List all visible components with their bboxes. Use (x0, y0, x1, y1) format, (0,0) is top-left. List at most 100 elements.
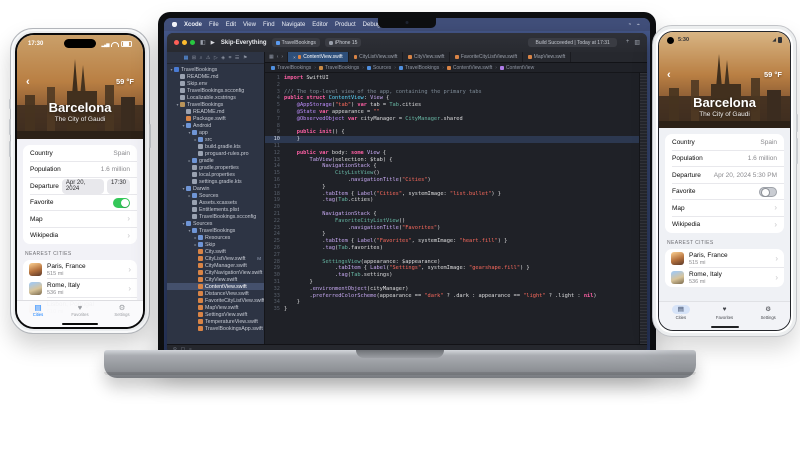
breadcrumb-item[interactable]: Sources (367, 65, 391, 71)
code-line-9[interactable]: 9 public init() { (265, 129, 647, 136)
code-line-2[interactable]: 2 (265, 82, 647, 89)
close-window-button[interactable] (174, 40, 179, 45)
navigator-tab-icon-8[interactable]: ⚑ (243, 55, 247, 61)
menu-xcode[interactable]: Xcode (184, 22, 202, 28)
file-assets-xcassets[interactable]: Assets.xcassets (167, 199, 264, 206)
nearest-city-row[interactable]: Paris, France515 mi› (665, 249, 784, 268)
list-row-departure[interactable]: DepartureApr 20, 202417:30 (23, 178, 137, 195)
code-line-21[interactable]: 21 NavigationStack { (265, 211, 647, 218)
file-local-properties[interactable]: local.properties (167, 171, 264, 178)
tab-settings[interactable]: ⚙Settings (101, 301, 143, 327)
code-line-27[interactable]: 27 (265, 252, 647, 259)
file-contentview-swift[interactable]: ContentView.swift (167, 283, 264, 290)
navigator-tab-icon-2[interactable]: ⌕ (200, 55, 203, 61)
code-line-25[interactable]: 25 .tabItem { Label("Favorites", systemI… (265, 238, 647, 245)
back-button[interactable]: ‹ (26, 78, 30, 86)
file-favoritecitylistview-swift[interactable]: FavoriteCityListView.swift (167, 297, 264, 304)
code-line-33[interactable]: 33 .preferredColorScheme(appearance == "… (265, 293, 647, 300)
breadcrumb-item[interactable]: ContentView (500, 65, 534, 71)
tab-cities[interactable]: ▤Cities (659, 302, 703, 330)
menubar-status-icons[interactable]: ◔ ⌁ (628, 22, 642, 28)
nearest-city-row[interactable]: Rome, Italy536 mi› (665, 268, 784, 287)
editor-tab-contentview-swift[interactable]: ×ContentView.swift (288, 52, 349, 62)
toolbar-icon-1[interactable]: ▥ (634, 39, 640, 46)
menu-navigate[interactable]: Navigate (282, 22, 306, 28)
code-line-11[interactable]: 11 (265, 143, 647, 150)
list-row-wikipedia[interactable]: Wikipedia› (23, 228, 137, 245)
code-line-13[interactable]: 13 TabView(selection: $tab) { (265, 157, 647, 164)
file-travelbookings[interactable]: ▾TravelBookings (167, 66, 264, 73)
code-line-35[interactable]: 35} (265, 306, 647, 313)
tab-nav-icon-0[interactable]: ▦ (269, 54, 274, 60)
breadcrumb-item[interactable]: TravelBookings (399, 65, 439, 71)
navigator-tab-icon-0[interactable]: ▦ (184, 55, 189, 61)
code-line-17[interactable]: 17 } (265, 184, 647, 191)
breadcrumb-item[interactable]: TravelBookings (319, 65, 359, 71)
breadcrumb-item[interactable]: ContentView.swift (447, 65, 492, 71)
code-line-15[interactable]: 15 CityListView() (265, 170, 647, 177)
file-localizable-xcstrings[interactable]: Localizable.xcstrings (167, 94, 264, 101)
file-skip[interactable]: ▸Skip (167, 241, 264, 248)
editor-tab-cityview-swift[interactable]: CityView.swift (403, 52, 450, 62)
file-travelbookings-xcconfig[interactable]: TravelBookings.xcconfig (167, 87, 264, 94)
list-row-map[interactable]: Map› (23, 211, 137, 228)
breadcrumb-item[interactable]: TravelBookings (271, 65, 311, 71)
code-line-12[interactable]: 12 public var body: some View { (265, 150, 647, 157)
run-destination-selector[interactable]: iPhone 15 (325, 38, 362, 47)
file-resources[interactable]: ▸Resources (167, 234, 264, 241)
file-temperatureview-swift[interactable]: TemperatureView.swift (167, 318, 264, 325)
minimap[interactable] (639, 73, 647, 345)
time-picker-button[interactable]: 17:30 (107, 179, 130, 194)
navigator-tab-icon-3[interactable]: ⚠ (206, 55, 210, 61)
close-tab-icon[interactable]: × (293, 55, 296, 60)
code-line-28[interactable]: 28 SettingsView(appearance: $appearance) (265, 259, 647, 266)
navigator-tab-icon-6[interactable]: ⌗ (229, 55, 232, 61)
menu-find[interactable]: Find (263, 22, 275, 28)
tab-nav-icon-2[interactable]: › (281, 54, 283, 60)
navigator-tab-icon-5[interactable]: ◈ (221, 55, 225, 61)
editor-tab-favoritecitylistview-swift[interactable]: FavoriteCityListView.swift (450, 52, 523, 62)
navigator-tab-icon-4[interactable]: ▷ (214, 55, 218, 61)
code-line-1[interactable]: 1import SwiftUI (265, 75, 647, 82)
file-travelbookingsapp-swift[interactable]: TravelBookingsApp.swift (167, 325, 264, 332)
list-row-favorite[interactable]: Favorite (23, 195, 137, 212)
file-readme-md[interactable]: README.md (167, 73, 264, 80)
file-skip-env[interactable]: Skip.env (167, 80, 264, 87)
code-line-32[interactable]: 32 .environmentObject(cityManager) (265, 286, 647, 293)
scheme-selector[interactable]: TravelBookings (272, 38, 320, 47)
menu-editor[interactable]: Editor (312, 22, 328, 28)
file-build-gradle-kts[interactable]: build.gradle.kts (167, 143, 264, 150)
file-settingsview-swift[interactable]: SettingsView.swift (167, 311, 264, 318)
toolbar-icon-0[interactable]: + (626, 39, 630, 46)
code-line-26[interactable]: 26 .tag(Tab.favorites) (265, 245, 647, 252)
code-line-31[interactable]: 31 } (265, 279, 647, 286)
file-cityview-swift[interactable]: CityView.swift (167, 276, 264, 283)
code-line-16[interactable]: 16 .navigationTitle("Cities") (265, 177, 647, 184)
code-line-20[interactable]: 20 (265, 204, 647, 211)
home-indicator[interactable] (62, 323, 98, 326)
file-settings-gradle-kts[interactable]: settings.gradle.kts (167, 178, 264, 185)
code-line-19[interactable]: 19 .tag(Tab.cities) (265, 197, 647, 204)
file-proguard-rules-pro[interactable]: proguard-rules.pro (167, 150, 264, 157)
code-line-23[interactable]: 23 .navigationTitle("Favorites") (265, 225, 647, 232)
gesture-bar[interactable] (711, 326, 739, 328)
file-travelbookings[interactable]: ▾TravelBookings (167, 227, 264, 234)
code-line-30[interactable]: 30 .tag(Tab.settings) (265, 272, 647, 279)
tab-cities[interactable]: ▤Cities (17, 301, 59, 327)
favorite-toggle[interactable] (759, 187, 777, 197)
file-app[interactable]: ▾app (167, 129, 264, 136)
code-line-7[interactable]: 7 @ObservedObject var cityManager = City… (265, 116, 647, 123)
file-darwin[interactable]: ▾Darwin (167, 185, 264, 192)
code-line-4[interactable]: 4public struct ContentView: View { (265, 95, 647, 102)
code-line-10[interactable]: 10 } (265, 136, 647, 143)
code-line-6[interactable]: 6 @State var appearance = "" (265, 109, 647, 116)
code-line-5[interactable]: 5 @AppStorage("tab") var tab = Tab.citie… (265, 102, 647, 109)
file-entitlements-plist[interactable]: Entitlements.plist (167, 206, 264, 213)
file-travelbookings-xcconfig[interactable]: TravelBookings.xcconfig (167, 213, 264, 220)
code-area[interactable]: 1import SwiftUI23/// The top-level view … (265, 73, 647, 345)
sidebar-toggle-icon[interactable]: ◧ (200, 40, 206, 46)
file-citylistview-swift[interactable]: CityListView.swiftM (167, 255, 264, 262)
date-picker-button[interactable]: Apr 20, 2024 (62, 179, 104, 194)
file-android[interactable]: ▾Android (167, 122, 264, 129)
file-readme-md[interactable]: README.md (167, 108, 264, 115)
